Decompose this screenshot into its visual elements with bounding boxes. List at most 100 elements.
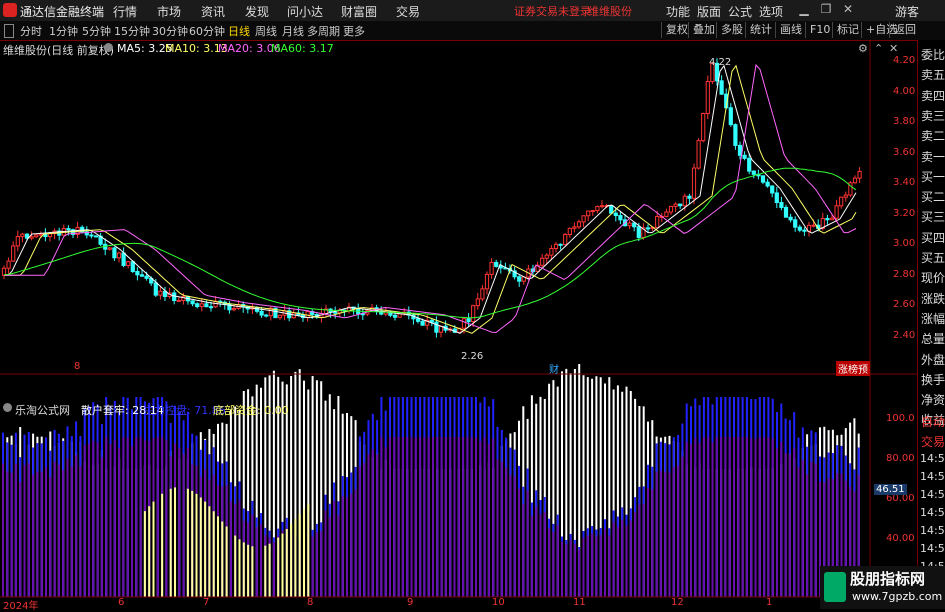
menu-faxian[interactable]: 发现 bbox=[245, 3, 269, 20]
guest-label[interactable]: 游客 bbox=[895, 3, 919, 20]
tab-1min[interactable]: 1分钟 bbox=[49, 23, 78, 39]
sidebar-item[interactable]: 现价 bbox=[921, 268, 945, 288]
candle-body bbox=[613, 212, 618, 217]
close-icon[interactable]: ✕ bbox=[840, 2, 856, 18]
sidebar-item[interactable]: 外盘 bbox=[921, 350, 945, 370]
sidebar-item[interactable]: 涨幅 bbox=[921, 309, 945, 329]
x-axis-tick: 11 bbox=[573, 597, 586, 608]
tab-fenshi[interactable]: 分时 bbox=[20, 23, 42, 39]
fanhui-button[interactable]: 返回 bbox=[889, 22, 920, 38]
tab-5min[interactable]: 5分钟 bbox=[82, 23, 111, 39]
tab-15min[interactable]: 15分钟 bbox=[114, 23, 150, 39]
menu-gongshi[interactable]: 公式 bbox=[728, 3, 752, 20]
sidebar-item[interactable]: 买四 bbox=[921, 228, 945, 248]
main-y-tick: 4.00 bbox=[893, 85, 916, 97]
candle-body bbox=[742, 154, 747, 159]
candle-body bbox=[158, 290, 163, 296]
sidebar-item[interactable]: 总量 bbox=[921, 329, 945, 349]
candle-body bbox=[34, 234, 39, 238]
candle-body bbox=[590, 210, 595, 213]
menu-shichang[interactable]: 市场 bbox=[157, 3, 181, 20]
tongji-button[interactable]: 统计 bbox=[745, 22, 776, 38]
duogu-button[interactable]: 多股 bbox=[716, 22, 747, 38]
sidebar-item[interactable]: 委比 bbox=[921, 45, 945, 65]
candle-body bbox=[687, 195, 692, 199]
candle-body bbox=[765, 181, 770, 187]
tab-weekly[interactable]: 周线 bbox=[255, 23, 277, 39]
candle-body bbox=[277, 314, 283, 319]
indicator-gear-icon[interactable] bbox=[3, 403, 12, 412]
sidebar-item[interactable]: 买五 bbox=[921, 248, 945, 268]
menu-xuanxiang[interactable]: 选项 bbox=[759, 3, 783, 20]
candle-body bbox=[609, 205, 614, 214]
stock-name-link[interactable]: 维维股份 bbox=[588, 3, 632, 19]
sidebar-item[interactable]: 净资 bbox=[921, 390, 945, 410]
candle-body bbox=[489, 261, 494, 275]
sidebar-item[interactable]: 买一 bbox=[921, 167, 945, 187]
candle-body bbox=[475, 298, 480, 307]
zhangbang-badge[interactable]: 涨榜预 bbox=[836, 361, 870, 376]
low-price-label: 2.26 bbox=[461, 351, 484, 362]
tab-60min[interactable]: 60分钟 bbox=[189, 23, 225, 39]
menu-hangqing[interactable]: 行情 bbox=[113, 3, 137, 20]
candle-body bbox=[793, 219, 798, 228]
sidebar-item[interactable]: 交易 bbox=[921, 432, 945, 452]
tab-monthly[interactable]: 月线 bbox=[282, 23, 304, 39]
menu-gongneng[interactable]: 功能 bbox=[666, 3, 690, 20]
candle-body bbox=[429, 319, 434, 323]
maximize-icon[interactable]: ❐ bbox=[818, 2, 834, 18]
candle-body bbox=[572, 226, 577, 229]
menu-wenxiaoda[interactable]: 问小达 bbox=[287, 3, 323, 20]
x-axis-tick: 9 bbox=[407, 597, 414, 608]
candle-body bbox=[811, 224, 816, 227]
candle-body bbox=[696, 140, 701, 169]
trade-login-warning[interactable]: 证券交易未登录 bbox=[514, 3, 591, 19]
menu-caifuquan[interactable]: 财富圈 bbox=[341, 3, 377, 20]
sidebar-item[interactable]: 卖四 bbox=[921, 86, 945, 106]
candle-body bbox=[43, 233, 48, 238]
menu-jiaoyi[interactable]: 交易 bbox=[396, 3, 420, 20]
candle-body bbox=[116, 252, 122, 259]
charts-canvas[interactable] bbox=[0, 40, 917, 609]
candle-body bbox=[397, 313, 402, 318]
tab-more[interactable]: 更多 bbox=[343, 23, 365, 39]
tab-multi-period[interactable]: 多周期 bbox=[307, 23, 340, 39]
indicator-chart bbox=[2, 364, 860, 597]
biaoji-button[interactable]: 标记 bbox=[832, 22, 863, 38]
tab-daily[interactable]: 日线 bbox=[228, 23, 250, 39]
sidebar-item[interactable]: 卖五 bbox=[921, 65, 945, 85]
candle-body bbox=[682, 195, 687, 207]
sidebar-item[interactable]: 卖二 bbox=[921, 126, 945, 146]
menu-banmian[interactable]: 版面 bbox=[697, 3, 721, 20]
menu-zixun[interactable]: 资讯 bbox=[201, 3, 225, 20]
x-axis-tick: 2024年 bbox=[3, 601, 39, 612]
watermark: 股朋指标网 www.7gpzb.com bbox=[820, 566, 945, 609]
candle-body bbox=[852, 177, 858, 184]
candle-body bbox=[843, 194, 848, 198]
candle-body bbox=[6, 260, 11, 269]
sidebar-item[interactable]: 换手 bbox=[921, 370, 945, 390]
sidebar-item[interactable]: 涨跌 bbox=[921, 289, 945, 309]
candle-body bbox=[627, 222, 632, 227]
candle-body bbox=[494, 261, 499, 267]
sidebar-time-label: 14:56 bbox=[920, 488, 945, 501]
huaxian-button[interactable]: 画线 bbox=[775, 22, 806, 38]
candle-body bbox=[737, 144, 743, 156]
diejia-button[interactable]: 叠加 bbox=[688, 22, 719, 38]
candle-body bbox=[747, 157, 752, 172]
minimize-icon[interactable]: ▁ bbox=[796, 2, 812, 18]
candle-body bbox=[668, 205, 674, 213]
sidebar-time-label: 14:56 bbox=[920, 470, 945, 483]
panel-toggle-icon[interactable] bbox=[4, 24, 14, 38]
candle-body bbox=[121, 252, 126, 266]
sidebar-item[interactable]: 自动 bbox=[921, 412, 945, 432]
f10-button[interactable]: F10 bbox=[805, 22, 834, 38]
tab-30min[interactable]: 30分钟 bbox=[152, 23, 188, 39]
candle-body bbox=[678, 203, 683, 207]
sidebar-item[interactable]: 买二 bbox=[921, 187, 945, 207]
sidebar-item[interactable]: 卖三 bbox=[921, 106, 945, 126]
indicator-title: 乐淘公式网 bbox=[15, 404, 70, 417]
sidebar-item[interactable]: 卖一 bbox=[921, 147, 945, 167]
sidebar-item[interactable]: 买三 bbox=[921, 207, 945, 227]
candle-body bbox=[66, 228, 71, 231]
